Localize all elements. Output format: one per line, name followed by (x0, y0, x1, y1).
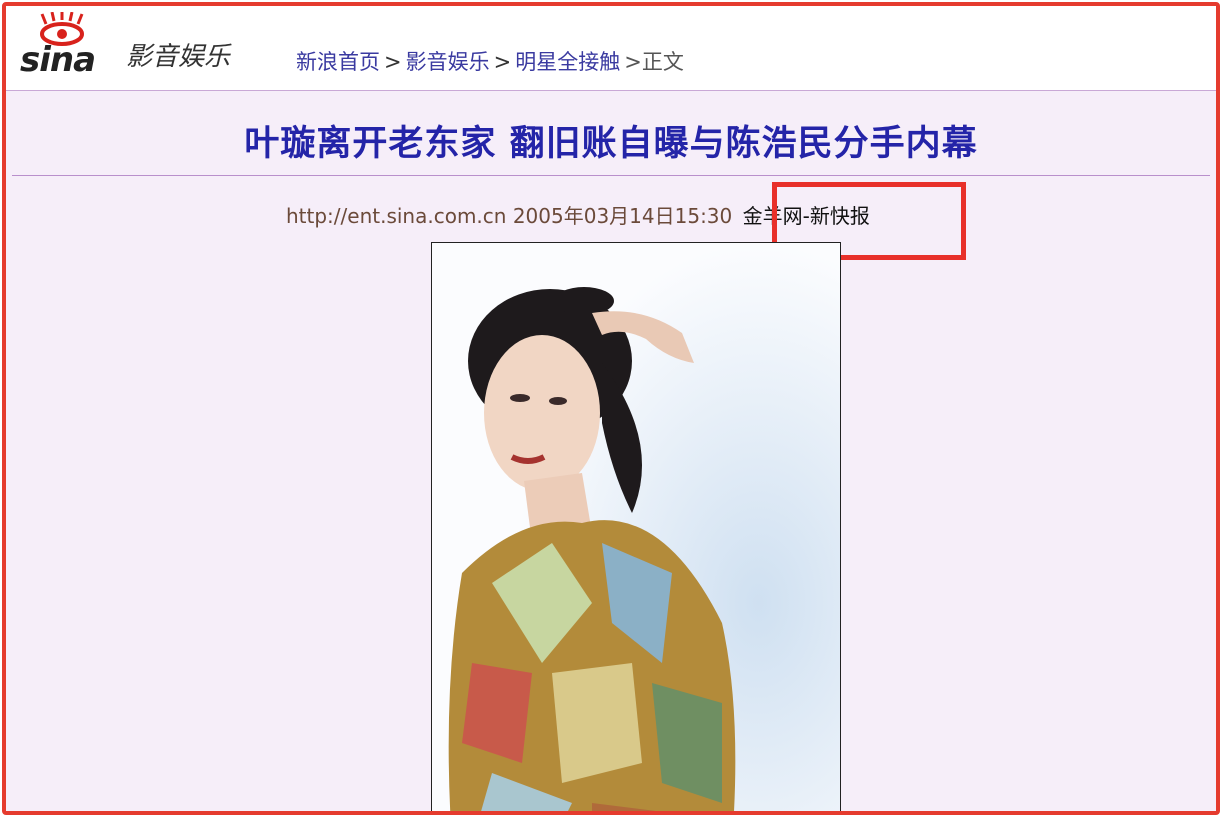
headline-band: 叶璇离开老东家 翻旧账自曝与陈浩民分手内幕 (12, 91, 1210, 176)
site-header: sina 影音娱乐 新浪首页 > 影音娱乐 > 明星全接触 >正文 (6, 6, 1216, 91)
breadcrumb-entertainment[interactable]: 影音娱乐 (406, 50, 490, 74)
section-title[interactable]: 影音娱乐 (126, 36, 230, 73)
article-headline: 叶璇离开老东家 翻旧账自曝与陈浩民分手内幕 (244, 124, 978, 164)
logo-wordmark: sina (20, 40, 96, 80)
breadcrumb-current: >正文 (624, 50, 684, 74)
breadcrumb-separator: > (384, 50, 402, 74)
page-frame: sina 影音娱乐 新浪首页 > 影音娱乐 > 明星全接触 >正文 叶璇离开老东家 翻旧账… (2, 2, 1220, 815)
breadcrumb-home[interactable]: 新浪首页 (296, 50, 380, 74)
breadcrumb: 新浪首页 > 影音娱乐 > 明星全接触 >正文 (296, 46, 684, 76)
breadcrumb-celebrity[interactable]: 明星全接触 (515, 50, 620, 74)
article-url-date[interactable]: http://ent.sina.com.cn 2005年03月14日15:30 (286, 204, 732, 228)
portrait-illustration (432, 243, 840, 811)
article-photo (431, 242, 841, 811)
sina-logo[interactable]: sina (20, 12, 110, 80)
breadcrumb-separator: > (493, 50, 512, 74)
